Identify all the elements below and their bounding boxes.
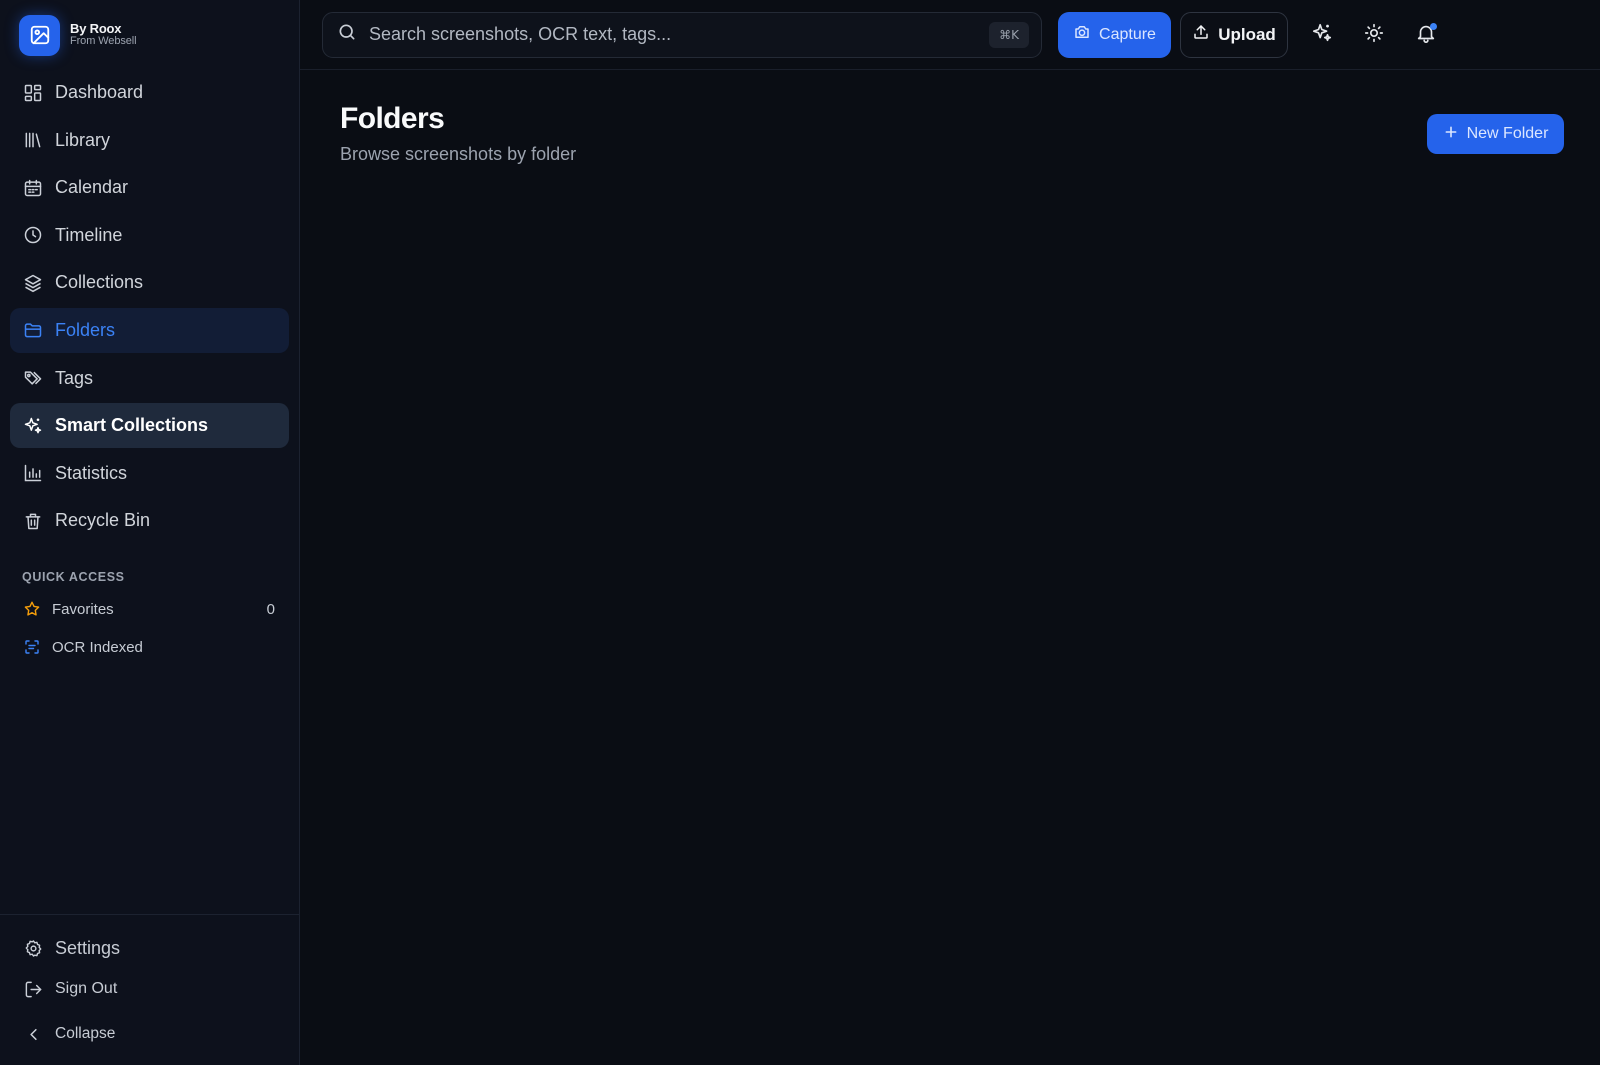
sparkles-icon <box>22 415 44 437</box>
sidebar-item-label: Statistics <box>55 462 128 483</box>
sidebar-item-library[interactable]: Library <box>10 118 289 163</box>
notifications-button[interactable] <box>1406 15 1446 55</box>
topbar: ⌘K Capture Upload <box>300 0 1600 70</box>
sparkles-icon <box>1311 22 1333 47</box>
sidebar-item-label: Dashboard <box>55 82 144 102</box>
image-icon <box>19 14 60 56</box>
search-box[interactable]: ⌘K <box>322 11 1042 58</box>
bar-chart-icon <box>22 462 44 484</box>
page-content: Folders Browse screenshots by folder New… <box>300 70 1600 1065</box>
sidebar-item-dashboard[interactable]: Dashboard <box>10 70 289 115</box>
sign-out-button[interactable]: Sign Out <box>10 967 289 1011</box>
sidebar-item-label: Recycle Bin <box>55 510 151 531</box>
trash-icon <box>22 510 44 532</box>
gear-icon <box>22 937 44 959</box>
collapse-button[interactable]: Collapse <box>10 1011 289 1057</box>
brand-name: By Roox <box>70 21 122 37</box>
upload-label: Upload <box>1218 24 1276 44</box>
quick-access-label: Favorites <box>52 600 114 618</box>
library-icon <box>22 129 44 151</box>
capture-label: Capture <box>1099 25 1156 43</box>
sign-out-label: Sign Out <box>55 980 118 997</box>
quick-access-favorites[interactable]: Favorites 0 <box>10 590 289 628</box>
sidebar-item-label: Timeline <box>55 224 123 245</box>
search-input[interactable] <box>369 24 989 45</box>
sidebar-item-label: Collections <box>55 272 144 293</box>
capture-button[interactable]: Capture <box>1058 11 1171 58</box>
page-subtitle: Browse screenshots by folder <box>340 144 577 164</box>
new-folder-label: New Folder <box>1466 125 1549 142</box>
brand-text: By Roox From Websell <box>70 21 137 48</box>
sidebar-item-statistics[interactable]: Statistics <box>10 451 289 496</box>
notification-dot <box>1430 22 1437 30</box>
log-out-icon <box>22 978 44 1000</box>
sidebar-item-timeline[interactable]: Timeline <box>10 213 289 258</box>
sidebar-item-collections[interactable]: Collections <box>10 260 289 305</box>
sidebar-item-label: Calendar <box>55 177 129 198</box>
sidebar-item-label: Folders <box>55 319 116 340</box>
sidebar-item-label: Library <box>55 129 111 150</box>
sidebar-item-label: Tags <box>55 367 94 388</box>
plus-icon <box>1443 124 1467 145</box>
sidebar-footer: Settings Sign Out Collapse <box>0 914 299 1065</box>
settings-label: Settings <box>55 937 121 958</box>
sidebar-item-calendar[interactable]: Calendar <box>10 165 289 210</box>
sidebar: By Roox From Websell Dashboard Library C… <box>0 0 300 1065</box>
search-icon <box>337 22 357 47</box>
brand[interactable]: By Roox From Websell <box>0 0 299 70</box>
quick-access-ocr-indexed[interactable]: OCR Indexed <box>10 628 289 666</box>
ai-assistant-button[interactable] <box>1302 15 1342 55</box>
dashboard-icon <box>22 82 44 104</box>
sidebar-item-smart-collections[interactable]: Smart Collections <box>10 403 289 449</box>
calendar-icon <box>22 177 44 199</box>
sidebar-item-tags[interactable]: Tags <box>10 356 289 401</box>
main-area: ⌘K Capture Upload <box>300 0 1600 1065</box>
theme-toggle-button[interactable] <box>1354 15 1394 55</box>
star-icon <box>22 599 42 619</box>
camera-icon <box>1073 23 1099 46</box>
settings-button[interactable]: Settings <box>10 929 289 967</box>
search-shortcut-badge: ⌘K <box>989 21 1029 48</box>
upload-icon <box>1192 23 1218 46</box>
app-window: By Roox From Websell Dashboard Library C… <box>0 0 1600 1065</box>
scan-text-icon <box>22 637 42 657</box>
sidebar-item-label: Smart Collections <box>55 415 209 436</box>
brand-subtitle: From Websell <box>70 35 137 48</box>
sidebar-item-folders[interactable]: Folders <box>10 307 289 353</box>
quick-access-label: OCR Indexed <box>52 638 143 656</box>
layers-icon <box>22 272 44 294</box>
upload-button[interactable]: Upload <box>1180 11 1288 58</box>
new-folder-button[interactable]: New Folder <box>1427 114 1564 154</box>
quick-access-list: Favorites 0 OCR Indexed <box>0 590 299 666</box>
chevron-left-icon <box>22 1023 44 1045</box>
quick-access-title: QUICK ACCESS <box>22 570 125 585</box>
sidebar-item-recycle-bin[interactable]: Recycle Bin <box>10 498 289 543</box>
folder-icon <box>22 319 44 341</box>
sidebar-nav: Dashboard Library Calendar Timeline Coll… <box>0 70 299 543</box>
sun-icon <box>1363 22 1385 47</box>
page-title: Folders <box>340 102 445 135</box>
clock-icon <box>22 224 44 246</box>
tags-icon <box>22 367 44 389</box>
collapse-label: Collapse <box>55 1025 116 1042</box>
favorites-count: 0 <box>266 600 275 618</box>
